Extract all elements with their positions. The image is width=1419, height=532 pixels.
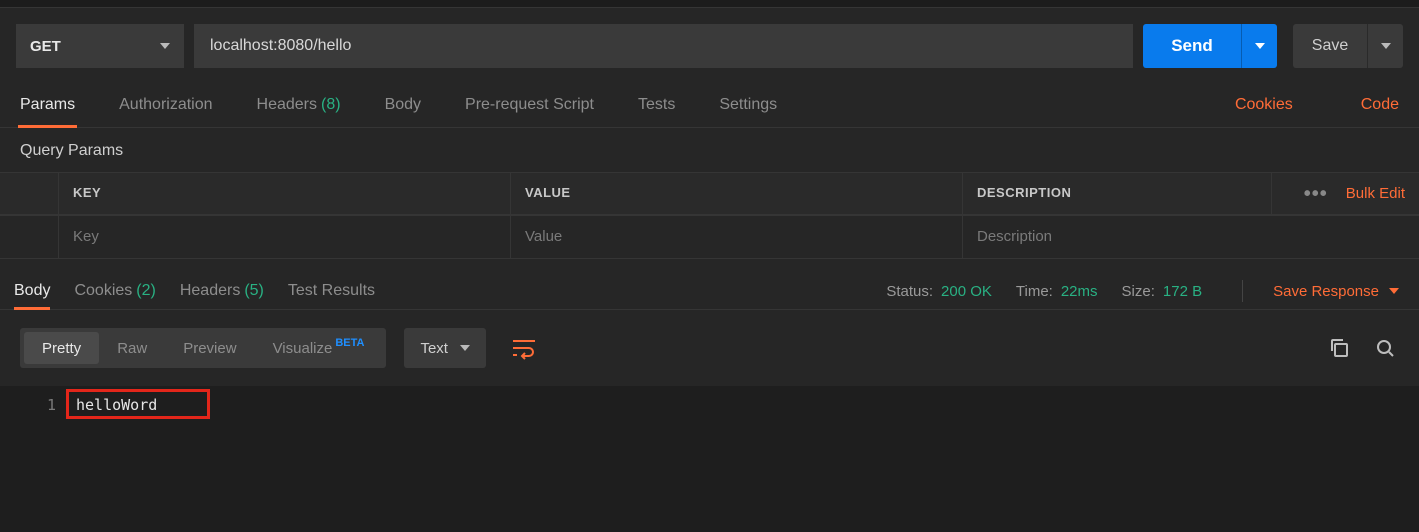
- visualize-label: Visualize: [273, 340, 333, 357]
- save-response-button[interactable]: Save Response: [1273, 283, 1399, 300]
- table-row: [0, 215, 1419, 259]
- table-header-value: VALUE: [510, 173, 962, 214]
- line-number: 1: [16, 396, 56, 414]
- size-label: Size:: [1122, 283, 1155, 300]
- save-button[interactable]: Save: [1293, 24, 1367, 68]
- copy-button[interactable]: [1325, 334, 1353, 362]
- format-select[interactable]: Text: [404, 328, 486, 368]
- chevron-down-icon: [160, 43, 170, 49]
- response-status: Status: 200 OK: [886, 283, 992, 300]
- response-cookies-count: (2): [136, 282, 156, 300]
- search-button[interactable]: [1371, 334, 1399, 362]
- http-method-label: GET: [30, 38, 61, 55]
- tab-prerequest[interactable]: Pre-request Script: [465, 82, 594, 127]
- cookies-link[interactable]: Cookies: [1235, 96, 1293, 114]
- size-value: 172 B: [1163, 283, 1202, 300]
- table-checkbox-header: [0, 173, 58, 214]
- save-response-label: Save Response: [1273, 283, 1379, 300]
- tab-headers-label: Headers: [257, 96, 317, 114]
- value-input[interactable]: [525, 228, 948, 245]
- response-tab-body[interactable]: Body: [14, 273, 50, 309]
- view-mode-segment: Pretty Raw Preview Visualize BETA: [20, 328, 386, 368]
- time-label: Time:: [1016, 283, 1053, 300]
- chevron-down-icon: [1255, 43, 1265, 49]
- chevron-down-icon: [460, 345, 470, 351]
- status-label: Status:: [886, 283, 933, 300]
- more-columns-icon[interactable]: •••: [1304, 189, 1328, 199]
- response-tab-cookies[interactable]: Cookies (2): [74, 273, 155, 309]
- url-input[interactable]: [210, 37, 1117, 55]
- table-header-key: KEY: [58, 173, 510, 214]
- chevron-down-icon: [1381, 43, 1391, 49]
- divider: [1242, 280, 1243, 302]
- wrap-icon: [511, 336, 537, 360]
- description-input[interactable]: [977, 228, 1405, 245]
- code-line: helloWord: [76, 396, 1415, 414]
- tab-authorization[interactable]: Authorization: [119, 82, 212, 127]
- url-input-container[interactable]: [194, 24, 1133, 68]
- wrap-lines-button[interactable]: [504, 328, 544, 368]
- response-cookies-label: Cookies: [74, 282, 132, 300]
- view-pretty[interactable]: Pretty: [24, 332, 99, 364]
- query-params-title: Query Params: [0, 128, 1419, 172]
- time-value: 22ms: [1061, 283, 1098, 300]
- response-headers-count: (5): [244, 282, 264, 300]
- view-raw[interactable]: Raw: [99, 332, 165, 364]
- save-dropdown-button[interactable]: [1367, 24, 1403, 68]
- beta-badge: BETA: [335, 337, 364, 349]
- tab-params[interactable]: Params: [20, 82, 75, 127]
- table-header-description: DESCRIPTION: [962, 173, 1271, 214]
- chevron-down-icon: [1389, 288, 1399, 294]
- tab-headers-count: (8): [321, 96, 341, 114]
- bulk-edit-link[interactable]: Bulk Edit: [1346, 185, 1405, 202]
- response-size: Size: 172 B: [1122, 283, 1203, 300]
- tab-body[interactable]: Body: [385, 82, 421, 127]
- line-gutter: 1: [0, 386, 72, 532]
- view-visualize[interactable]: Visualize BETA: [255, 332, 383, 364]
- response-tab-headers[interactable]: Headers (5): [180, 273, 264, 309]
- response-tab-tests[interactable]: Test Results: [288, 273, 375, 309]
- copy-icon: [1329, 338, 1349, 358]
- tab-headers[interactable]: Headers (8): [257, 82, 341, 127]
- key-input[interactable]: [73, 228, 496, 245]
- code-link[interactable]: Code: [1361, 96, 1399, 114]
- response-time: Time: 22ms: [1016, 283, 1098, 300]
- view-preview[interactable]: Preview: [165, 332, 254, 364]
- tab-settings[interactable]: Settings: [719, 82, 777, 127]
- tab-tests[interactable]: Tests: [638, 82, 675, 127]
- response-headers-label: Headers: [180, 282, 240, 300]
- http-method-select[interactable]: GET: [16, 24, 184, 68]
- format-label: Text: [420, 340, 448, 357]
- search-icon: [1375, 338, 1395, 358]
- send-button[interactable]: Send: [1143, 24, 1241, 68]
- response-body-viewer[interactable]: 1 helloWord: [0, 386, 1419, 532]
- row-checkbox-cell[interactable]: [0, 216, 58, 258]
- send-dropdown-button[interactable]: [1241, 24, 1277, 68]
- status-value: 200 OK: [941, 283, 992, 300]
